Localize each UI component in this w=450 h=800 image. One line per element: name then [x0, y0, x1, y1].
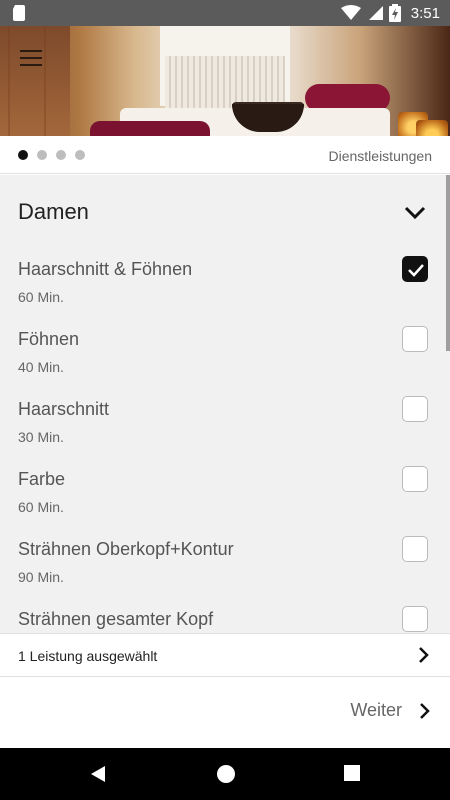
- status-time: 3:51: [410, 4, 440, 22]
- footer: Weiter: [0, 678, 450, 748]
- page-dot-3[interactable]: [56, 150, 66, 160]
- service-item[interactable]: Haarschnitt & Föhnen 60 Min.: [0, 256, 446, 329]
- selection-summary[interactable]: 1 Leistung ausgewählt: [0, 633, 450, 677]
- pager-row: Dienstleistungen: [0, 136, 450, 174]
- service-name: Haarschnitt & Föhnen: [18, 259, 193, 279]
- page-dot-2[interactable]: [37, 150, 47, 160]
- page-dot-1[interactable]: [18, 150, 28, 160]
- service-item[interactable]: Haarschnitt 30 Min.: [0, 396, 446, 469]
- section-label: Dienstleistungen: [328, 148, 432, 164]
- service-checkbox[interactable]: [402, 256, 428, 282]
- selection-summary-text: 1 Leistung ausgewählt: [18, 648, 158, 664]
- service-duration: 60 Min.: [18, 499, 64, 515]
- page-indicator: [18, 150, 85, 160]
- page-dot-4[interactable]: [75, 150, 85, 160]
- recents-icon[interactable]: [343, 764, 361, 782]
- service-item[interactable]: Strähnen Oberkopf+Kontur 90 Min.: [0, 536, 446, 609]
- service-duration: 90 Min.: [18, 569, 64, 585]
- service-duration: 60 Min.: [18, 289, 64, 305]
- service-item[interactable]: Strähnen gesamter Kopf: [0, 606, 446, 633]
- chevron-right-icon: [419, 647, 429, 663]
- service-checkbox[interactable]: [402, 606, 428, 632]
- service-checkbox[interactable]: [402, 466, 428, 492]
- service-name: Strähnen Oberkopf+Kontur: [18, 539, 234, 559]
- back-icon[interactable]: [89, 764, 107, 784]
- service-checkbox[interactable]: [402, 536, 428, 562]
- service-name: Föhnen: [18, 329, 80, 349]
- chevron-right-icon: [420, 702, 430, 719]
- category-title: Damen: [18, 199, 89, 224]
- service-name: Haarschnitt: [18, 399, 110, 419]
- battery-icon: [388, 4, 401, 22]
- hamburger-menu-icon[interactable]: [20, 50, 42, 66]
- service-list[interactable]: Damen Haarschnitt & Föhnen 60 Min. Föhne…: [0, 175, 450, 633]
- service-name: Farbe: [18, 469, 66, 489]
- scrollbar[interactable]: [446, 175, 450, 351]
- status-bar: 3:51: [0, 0, 450, 26]
- service-item[interactable]: Farbe 60 Min.: [0, 466, 446, 539]
- wifi-icon: [340, 5, 361, 20]
- service-checkbox[interactable]: [402, 326, 428, 352]
- service-duration: 30 Min.: [18, 429, 64, 445]
- system-nav-bar: [0, 748, 450, 800]
- service-duration: 40 Min.: [18, 359, 64, 375]
- service-name: Strähnen gesamter Kopf: [18, 609, 214, 629]
- signal-icon: [368, 6, 383, 20]
- sd-card-icon: [13, 5, 25, 21]
- next-button-label: Weiter: [350, 700, 402, 720]
- checkmark-icon: [408, 264, 424, 277]
- hero-image: [0, 26, 450, 136]
- chevron-down-icon[interactable]: [404, 201, 426, 223]
- category-header[interactable]: Damen: [0, 175, 446, 249]
- service-checkbox[interactable]: [402, 396, 428, 422]
- next-button[interactable]: Weiter: [350, 700, 432, 721]
- service-item[interactable]: Föhnen 40 Min.: [0, 326, 446, 399]
- home-icon[interactable]: [216, 764, 236, 784]
